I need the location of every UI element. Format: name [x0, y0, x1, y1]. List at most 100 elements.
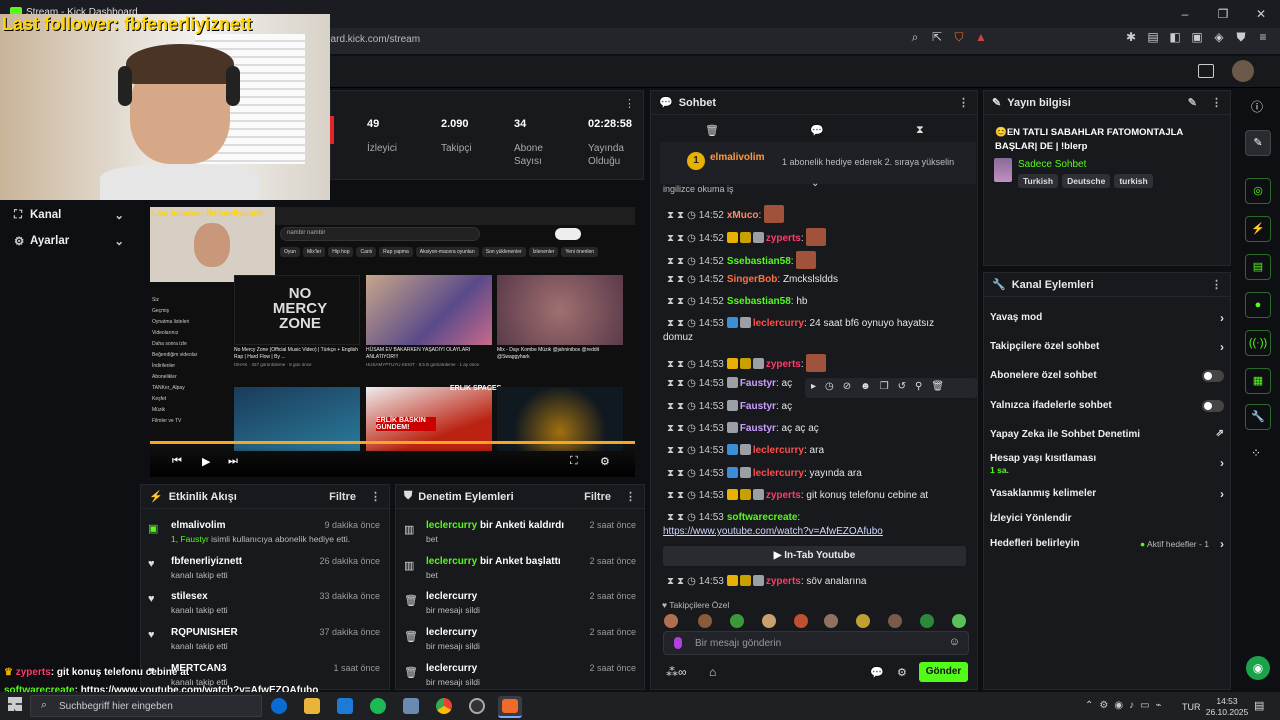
- chat-username[interactable]: zyperts: [766, 359, 801, 370]
- delete-icon[interactable]: 🗑: [931, 381, 953, 392]
- timeout-icon[interactable]: ⧗: [677, 401, 684, 412]
- reply-icon[interactable]: ▸: [811, 381, 825, 392]
- pin-icon[interactable]: ⧗: [667, 318, 674, 329]
- chat-username[interactable]: Faustyr: [740, 423, 776, 434]
- maximize-icon[interactable]: ❐: [1204, 0, 1242, 28]
- url-field[interactable]: oard.kick.com/stream: [325, 34, 420, 45]
- fullscreen-icon[interactable]: ⛶: [570, 455, 578, 468]
- mic-icon[interactable]: [674, 637, 682, 649]
- chat-username[interactable]: Faustyr: [740, 378, 776, 389]
- chat-username[interactable]: leclercurry: [753, 445, 804, 456]
- emotes-only-toggle[interactable]: [1202, 400, 1224, 412]
- action-account-age[interactable]: Hesap yaşı kısıtlaması 1 sa. ›: [990, 453, 1228, 479]
- timeout-icon[interactable]: ⧗: [677, 512, 684, 523]
- chat-username[interactable]: Faustyr: [740, 401, 776, 412]
- emote[interactable]: [806, 354, 827, 372]
- clock[interactable]: 14:53 26.10.2025: [1203, 696, 1251, 718]
- pin-icon[interactable]: ⧗: [667, 233, 674, 244]
- emote[interactable]: [806, 228, 827, 246]
- calculator-icon[interactable]: [403, 698, 419, 714]
- emote[interactable]: [698, 614, 712, 628]
- avatar[interactable]: [1232, 60, 1254, 82]
- emoji-icon[interactable]: ☺: [949, 636, 960, 648]
- vpn-icon[interactable]: ◈: [1212, 30, 1226, 45]
- chat-username[interactable]: Ssebastian58: [727, 256, 791, 267]
- pin-icon[interactable]: ⧗: [667, 490, 674, 501]
- wrench-icon[interactable]: 🔧: [1245, 404, 1271, 430]
- chat-username[interactable]: xMuco: [727, 210, 759, 221]
- hourglass-icon[interactable]: ⧗: [916, 124, 924, 137]
- reader-icon[interactable]: ▤: [1146, 30, 1160, 45]
- clipboard-icon[interactable]: ▤: [1245, 254, 1271, 280]
- emoji-icon[interactable]: ☻: [860, 381, 880, 392]
- store-icon[interactable]: ⌂: [709, 665, 716, 679]
- more-icon[interactable]: ⋮: [1211, 96, 1222, 109]
- pin-icon[interactable]: ⧗: [667, 445, 674, 456]
- trash-icon[interactable]: 🗑: [705, 124, 719, 137]
- subscribers-only-toggle[interactable]: [1202, 370, 1224, 382]
- chat-username[interactable]: softwarecreate: [727, 512, 798, 523]
- chat-icon[interactable]: ●: [1245, 292, 1271, 318]
- stream-preview[interactable]: Last follower: fbfenerliyiznett nambir n…: [150, 207, 635, 477]
- gear-icon[interactable]: ⚙: [897, 666, 907, 679]
- filter-button[interactable]: Filtre: [329, 491, 356, 503]
- extensions-icon[interactable]: ✱: [1124, 30, 1138, 45]
- chat-username[interactable]: zyperts: [766, 233, 801, 244]
- timeout-icon[interactable]: ⧗: [677, 576, 684, 587]
- share-icon[interactable]: ⇱: [930, 30, 944, 45]
- in-tab-youtube-button[interactable]: ▶ In-Tab Youtube: [663, 546, 966, 566]
- settings-icon[interactable]: ⚙: [600, 455, 610, 468]
- timeout-icon[interactable]: ⧗: [677, 468, 684, 479]
- keyboard-layout[interactable]: TUR: [1182, 702, 1201, 712]
- filter-button[interactable]: Filtre: [584, 491, 611, 503]
- pin-icon[interactable]: ⧗: [667, 274, 674, 285]
- apps-icon[interactable]: ⁘: [1251, 446, 1261, 460]
- chat-username[interactable]: Ssebastian58: [727, 296, 791, 307]
- action-raid[interactable]: İzleyici Yönlendir: [990, 513, 1228, 529]
- chat-input[interactable]: Bir mesajı gönderin ☺: [663, 631, 969, 655]
- next-icon[interactable]: ⏭: [228, 455, 238, 468]
- pin-icon[interactable]: ⧗: [667, 210, 674, 221]
- shield-icon[interactable]: ⛊: [1234, 30, 1248, 45]
- edit-icon[interactable]: ✎: [1245, 130, 1271, 156]
- copy-icon[interactable]: ❐: [880, 381, 898, 392]
- close-icon[interactable]: ✕: [1242, 0, 1280, 28]
- pin-icon[interactable]: ⧗: [667, 512, 674, 523]
- minimize-icon[interactable]: –: [1166, 0, 1204, 28]
- more-icon[interactable]: ⋮: [958, 96, 969, 109]
- emote[interactable]: [824, 614, 838, 628]
- action-ai-moderation[interactable]: Yapay Zeka ile Sohbet Denetimi ⇗: [990, 428, 1228, 445]
- chat-bubble-icon[interactable]: 💬: [810, 124, 824, 137]
- timeout-icon[interactable]: ◷: [825, 381, 843, 392]
- timeout-icon[interactable]: ⧗: [677, 256, 684, 267]
- chat-username[interactable]: leclercurry: [753, 318, 804, 329]
- timeout-icon[interactable]: ⧗: [677, 296, 684, 307]
- notification-icon[interactable]: ▤: [1254, 699, 1264, 712]
- chrome-icon[interactable]: [436, 698, 452, 714]
- chat-username[interactable]: SingerBob: [727, 274, 778, 285]
- wallet-icon[interactable]: ▣: [1190, 30, 1204, 45]
- timeout-icon[interactable]: ⧗: [677, 423, 684, 434]
- layout-icon[interactable]: ▦: [1245, 368, 1271, 394]
- pin-icon[interactable]: ⧗: [667, 576, 674, 587]
- timeout-icon[interactable]: ⧗: [677, 359, 684, 370]
- pin-icon[interactable]: ⧗: [667, 256, 674, 267]
- edit-icon[interactable]: ✎: [1188, 96, 1197, 109]
- chat-username[interactable]: zyperts: [766, 576, 801, 587]
- system-tray[interactable]: ⌃⚙◉♪▭⌁: [1085, 700, 1168, 711]
- emote[interactable]: [952, 614, 966, 628]
- tag[interactable]: turkish: [1114, 174, 1153, 188]
- send-button[interactable]: Gönder: [919, 662, 968, 682]
- undo-icon[interactable]: ↺: [898, 381, 915, 392]
- bolt-icon[interactable]: ⚡: [1245, 216, 1271, 242]
- pin-icon[interactable]: ⧗: [667, 423, 674, 434]
- sidebar-icon[interactable]: ◧: [1168, 30, 1182, 45]
- emote[interactable]: [730, 614, 744, 628]
- chat-bubble-icon[interactable]: 💬: [870, 666, 884, 679]
- emote[interactable]: [920, 614, 934, 628]
- camera-icon[interactable]: ◎: [1245, 178, 1271, 204]
- emote[interactable]: [764, 205, 785, 223]
- play-icon[interactable]: ▶: [202, 455, 210, 468]
- emote[interactable]: [762, 614, 776, 628]
- chat-username[interactable]: leclercurry: [753, 468, 804, 479]
